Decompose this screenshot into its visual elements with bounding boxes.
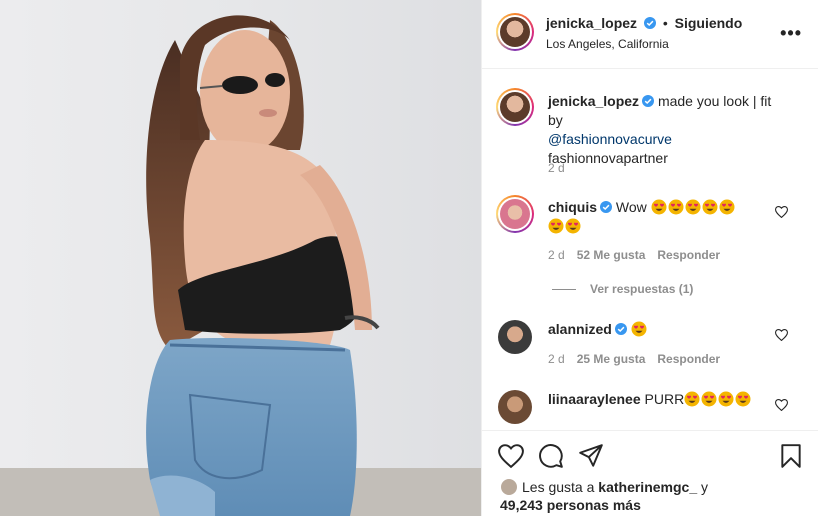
verified-badge-icon (614, 323, 627, 335)
comment-username[interactable]: chiquis (548, 199, 597, 215)
heart-eyes-emoji (718, 391, 734, 407)
post-panel: jenicka_lopez • Siguiendo Los Angeles, C… (481, 0, 818, 516)
view-replies-label: Ver respuestas (1) (590, 282, 694, 296)
heart-eyes-emoji (735, 391, 751, 407)
comment-alannized: alannized (548, 320, 774, 339)
reply-button[interactable]: Responder (657, 248, 720, 262)
heart-eyes-emoji (701, 391, 717, 407)
post-image (0, 0, 481, 516)
likes-prefix: Les gusta a (522, 479, 595, 495)
comment-chiquis: chiquis Wow (548, 198, 774, 236)
bookmark-icon[interactable] (778, 443, 804, 469)
caption-avatar[interactable] (496, 88, 534, 126)
caption-tag: fashionnovapartner (548, 150, 668, 166)
comment-likes[interactable]: 52 Me gusta (577, 248, 646, 262)
liker-avatar[interactable] (500, 478, 518, 496)
comment-icon[interactable] (538, 443, 564, 469)
comment-time: 2 d (548, 248, 565, 262)
author-avatar[interactable] (496, 13, 534, 51)
likes-connector: y (701, 479, 708, 495)
verified-badge-icon (600, 201, 613, 213)
comment-like-heart-icon[interactable] (775, 399, 788, 411)
heart-eyes-emoji (685, 199, 701, 215)
comment-like-heart-icon[interactable] (775, 206, 788, 218)
heart-eyes-emoji (548, 218, 564, 234)
verified-badge-icon (643, 17, 656, 29)
share-icon[interactable] (578, 443, 604, 469)
heart-eyes-emoji (631, 321, 647, 337)
caption-time: 2 d (548, 161, 565, 175)
emoji-group (684, 391, 752, 407)
separator-dot: • (662, 15, 668, 31)
location-link[interactable]: Los Angeles, California (546, 37, 669, 51)
comment-like-heart-icon[interactable] (775, 329, 788, 341)
comment-time: 2 d (548, 352, 565, 366)
liker-username[interactable]: katherinemgc_ (598, 479, 697, 495)
comment-text: PURR (644, 391, 685, 407)
comment-avatar-liinaaraylenee[interactable] (498, 390, 532, 424)
caption-mention-link[interactable]: @fashionnovacurve (548, 131, 672, 147)
comment-text: Wow (615, 199, 647, 215)
heart-eyes-emoji (668, 199, 684, 215)
comment-username[interactable]: liinaaraylenee (548, 391, 641, 407)
post-actions: Les gusta a katherinemgc_ y 49,243 perso… (482, 430, 818, 516)
verified-badge-icon (642, 95, 655, 107)
comment-avatar-alannized[interactable] (498, 320, 532, 354)
replies-line (552, 289, 576, 291)
comment-username[interactable]: alannized (548, 321, 612, 337)
post-header: jenicka_lopez • Siguiendo Los Angeles, C… (482, 0, 818, 69)
comment-meta: 2 d 52 Me gusta Responder (548, 248, 720, 262)
heart-eyes-emoji (702, 199, 718, 215)
comment-liinaaraylenee: liinaaraylenee PURR (548, 390, 774, 409)
follow-status-button[interactable]: Siguiendo (675, 15, 743, 31)
caption-username[interactable]: jenicka_lopez (548, 93, 639, 109)
view-replies-button[interactable]: Ver respuestas (1) (552, 282, 693, 296)
caption: jenicka_lopez made you look | fit by @fa… (548, 92, 774, 168)
emoji-group (631, 321, 648, 337)
more-options-icon[interactable]: ••• (780, 23, 802, 44)
likes-count[interactable]: 49,243 personas más (500, 497, 641, 513)
reply-button[interactable]: Responder (657, 352, 720, 366)
heart-eyes-emoji (719, 199, 735, 215)
heart-eyes-emoji (651, 199, 667, 215)
heart-eyes-emoji (684, 391, 700, 407)
comment-likes[interactable]: 25 Me gusta (577, 352, 646, 366)
comment-avatar-chiquis[interactable] (496, 195, 534, 233)
likes-summary: Les gusta a katherinemgc_ y 49,243 perso… (500, 478, 708, 514)
author-username[interactable]: jenicka_lopez (546, 15, 637, 31)
comments-list: jenicka_lopez made you look | fit by @fa… (482, 70, 818, 425)
comment-meta: 2 d 25 Me gusta Responder (548, 352, 720, 366)
heart-eyes-emoji (565, 218, 581, 234)
heart-icon[interactable] (498, 443, 524, 469)
post-photo[interactable] (0, 0, 481, 516)
